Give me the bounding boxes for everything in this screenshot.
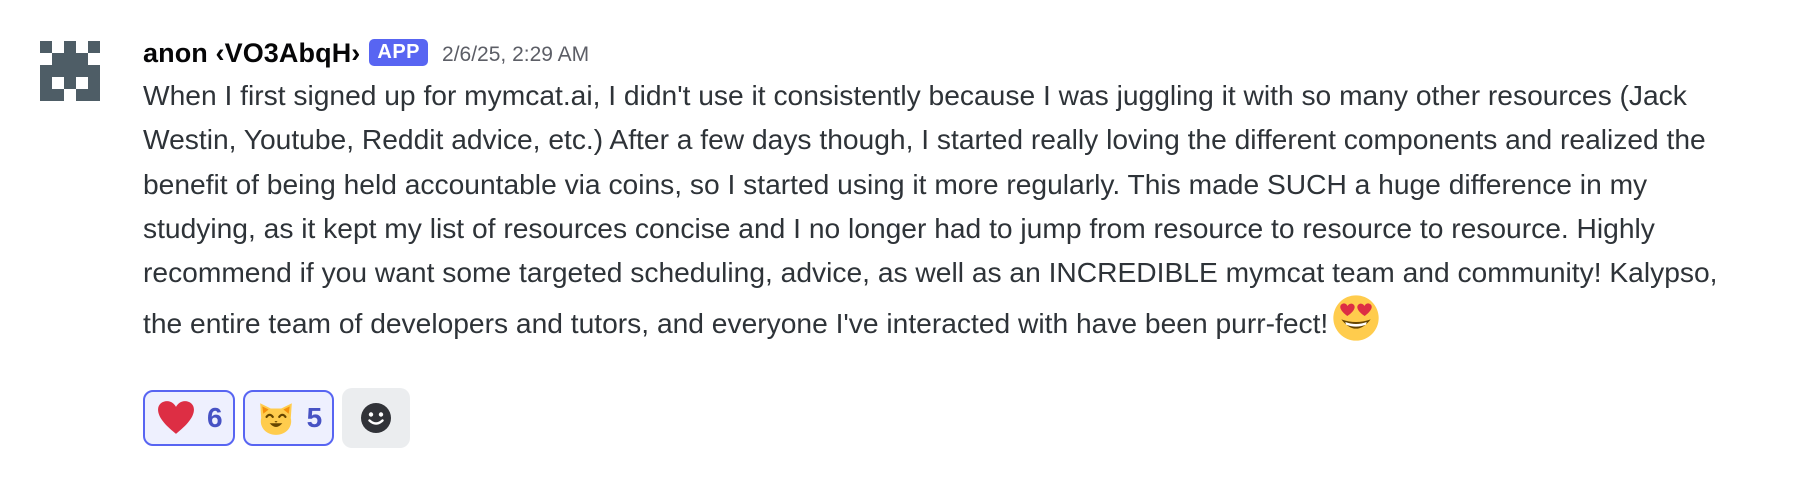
reaction-count: 6 — [207, 402, 223, 433]
red-heart-emoji-icon — [158, 401, 194, 434]
pixel-invader-avatar-icon — [40, 41, 100, 101]
message-timestamp: 2/6/25, 2:29 AM — [442, 43, 590, 66]
add-reaction-icon — [361, 403, 392, 433]
add-reaction-button[interactable] — [342, 388, 411, 448]
smiling-cat-emoji-icon — [259, 403, 292, 435]
chat-message: anon ‹VO3AbqH› APP 2/6/25, 2:29 AM When … — [0, 0, 1796, 482]
message-text: When I first signed up for mymcat.ai, I … — [143, 79, 1718, 340]
heart-eyes-emoji-icon — [1333, 295, 1379, 342]
user-avatar[interactable] — [40, 41, 100, 101]
message-header: anon ‹VO3AbqH› APP 2/6/25, 2:29 AM — [143, 33, 589, 73]
reaction-count: 5 — [306, 402, 323, 433]
reaction-bar: 6 5 — [143, 388, 411, 448]
author-username[interactable]: anon ‹VO3AbqH› — [143, 38, 360, 69]
message-content: When I first signed up for mymcat.ai, I … — [143, 73, 1763, 346]
reaction-cat[interactable]: 5 — [242, 390, 335, 446]
reaction-heart[interactable]: 6 — [143, 390, 235, 446]
app-badge: APP — [369, 38, 429, 66]
